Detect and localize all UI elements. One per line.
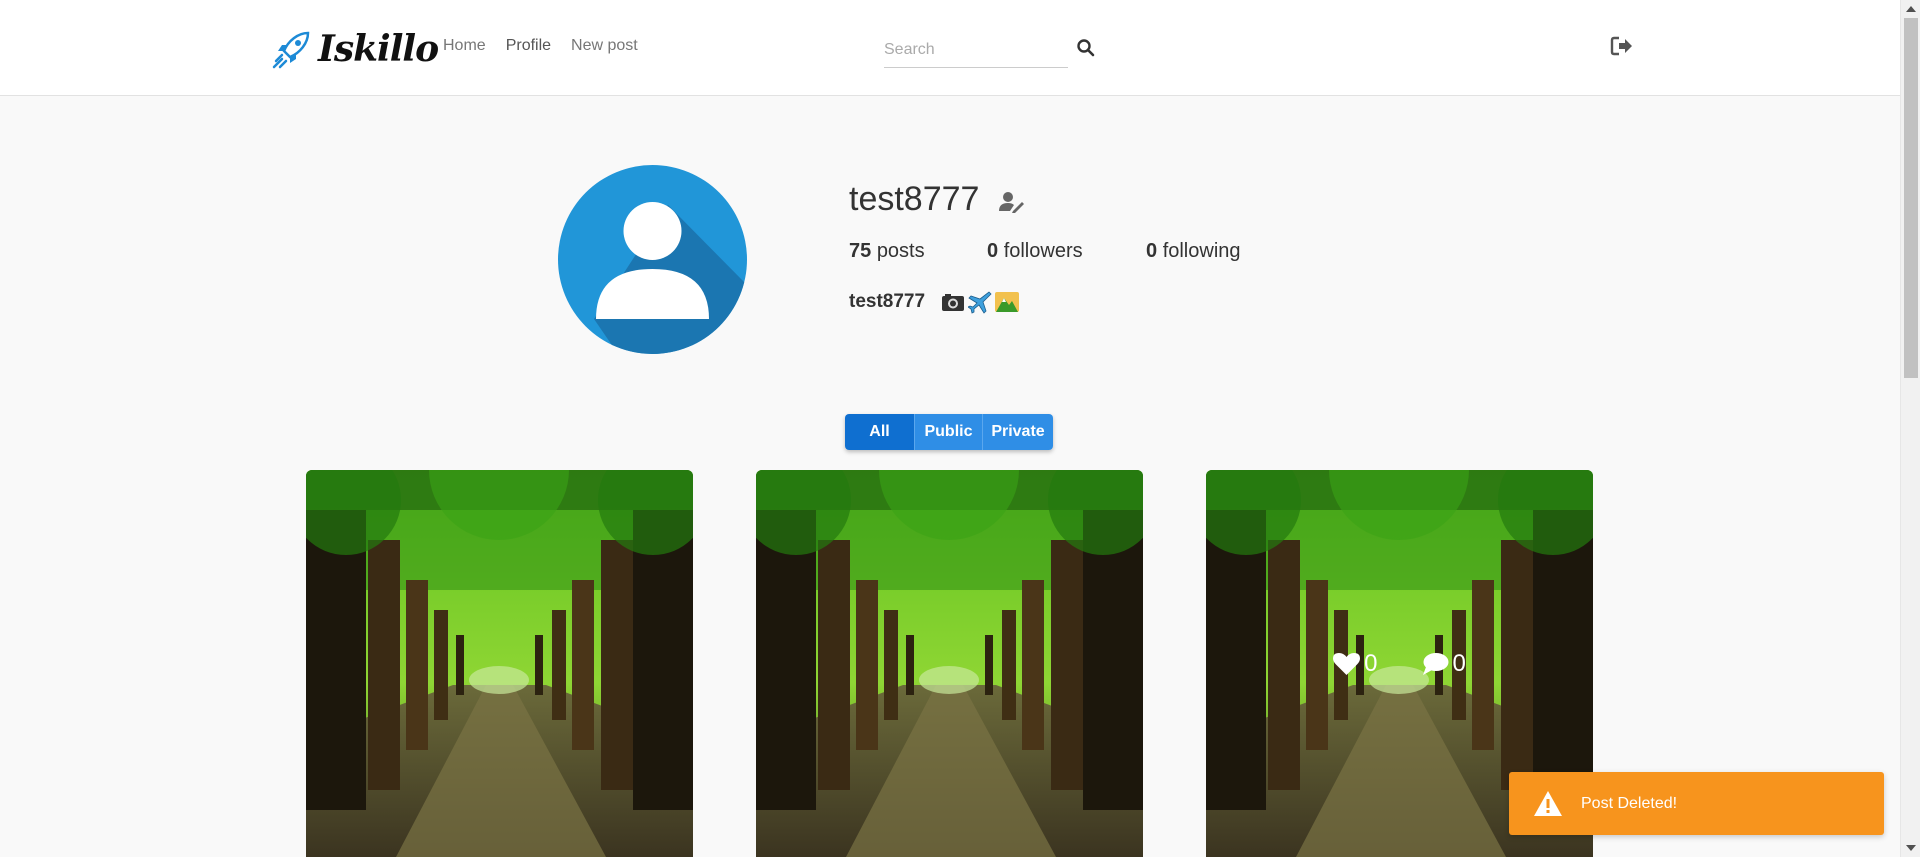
post-card[interactable]: [756, 470, 1143, 857]
post-card[interactable]: [306, 470, 693, 857]
airplane-icon: [968, 291, 992, 314]
following-label: following: [1162, 240, 1241, 262]
main-nav: Home Profile New post: [443, 37, 638, 55]
nav-profile-link[interactable]: Profile: [506, 37, 551, 55]
posts-label: posts: [876, 240, 925, 262]
warning-icon: [1534, 791, 1562, 816]
search-field: [884, 34, 1068, 68]
scroll-up-arrow[interactable]: [1906, 6, 1916, 12]
followers-count: 0: [987, 240, 999, 262]
brand-name: Iskillo: [318, 28, 439, 70]
posts-count: 75: [849, 240, 872, 262]
nav-home-link[interactable]: Home: [443, 37, 486, 55]
toast-message: Post Deleted!: [1581, 794, 1678, 812]
post-image: [756, 470, 1143, 857]
bio-name: test8777: [849, 291, 926, 312]
followers-label: followers: [1003, 240, 1083, 262]
post-comments-count: 0: [1452, 649, 1466, 677]
rocket-icon: [272, 31, 310, 69]
following-stat[interactable]: 0 following: [1146, 240, 1241, 263]
heart-icon: [1333, 652, 1361, 675]
following-count: 0: [1146, 240, 1158, 262]
profile-username: test8777: [849, 180, 980, 218]
logout-icon[interactable]: [1610, 35, 1634, 57]
page-scrollbar[interactable]: [1900, 0, 1920, 857]
post-likes-count: 0: [1364, 649, 1378, 677]
post-comments: 0: [1422, 650, 1466, 678]
filter-public-button[interactable]: Public: [914, 414, 982, 450]
filter-private-button[interactable]: Private: [982, 414, 1053, 450]
posts-stat: 75 posts: [849, 240, 987, 263]
scroll-thumb[interactable]: [1904, 18, 1918, 378]
scroll-down-arrow[interactable]: [1906, 845, 1916, 851]
mountain-icon: [995, 292, 1020, 312]
comment-icon: [1422, 652, 1448, 675]
profile-bio: test8777: [849, 290, 1020, 314]
profile-stats: 75 posts 0 followers 0 following: [849, 240, 1241, 263]
brand-logo[interactable]: Iskillo: [270, 24, 439, 74]
toast-notification[interactable]: Post Deleted!: [1509, 772, 1884, 835]
edit-profile-icon[interactable]: [999, 191, 1025, 213]
post-likes: 0: [1333, 649, 1378, 678]
followers-stat[interactable]: 0 followers: [987, 240, 1146, 263]
post-image: [306, 470, 693, 857]
profile-avatar: [558, 165, 747, 354]
search-input[interactable]: [884, 34, 1068, 66]
nav-new-post-link[interactable]: New post: [571, 37, 638, 55]
search-icon[interactable]: [1076, 38, 1096, 58]
user-icon: [594, 202, 747, 354]
camera-icon: [942, 294, 965, 311]
top-navbar: Iskillo Home Profile New post: [0, 0, 1900, 96]
filter-all-button[interactable]: All: [845, 414, 914, 450]
bio-emojis: [941, 290, 1020, 314]
post-filter-group: All Public Private: [845, 414, 1053, 450]
